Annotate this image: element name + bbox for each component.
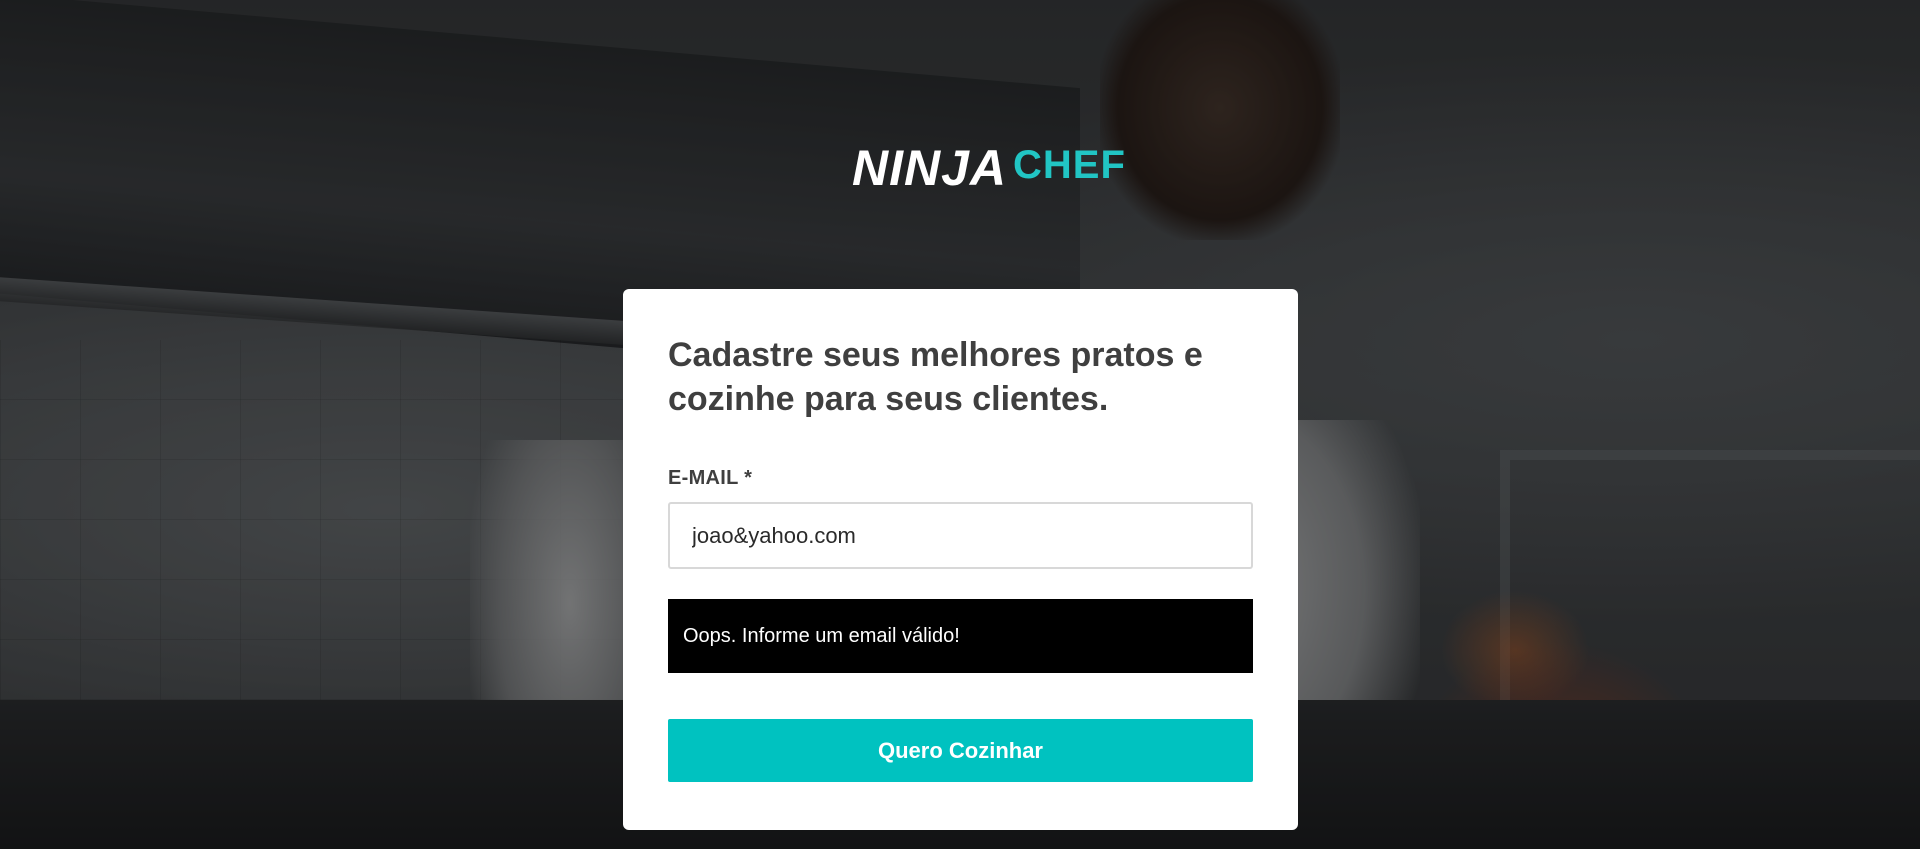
- page-background: NINJA CHEF Cadastre seus melhores pratos…: [0, 0, 1920, 849]
- signup-title: Cadastre seus melhores pratos e cozinhe …: [668, 336, 1203, 418]
- error-alert: Oops. Informe um email válido!: [668, 599, 1253, 673]
- submit-button[interactable]: Quero Cozinhar: [668, 719, 1253, 782]
- signup-card: Cadastre seus melhores pratos e cozinhe …: [623, 289, 1298, 830]
- logo-ninja-text: NINJA: [852, 140, 1008, 196]
- logo-chef-text: CHEF: [1013, 142, 1126, 187]
- error-message: Oops. Informe um email válido!: [683, 624, 960, 647]
- ninjachef-logo: NINJA CHEF: [852, 132, 1125, 204]
- email-field[interactable]: [668, 502, 1253, 569]
- email-label: E-MAIL *: [668, 467, 753, 489]
